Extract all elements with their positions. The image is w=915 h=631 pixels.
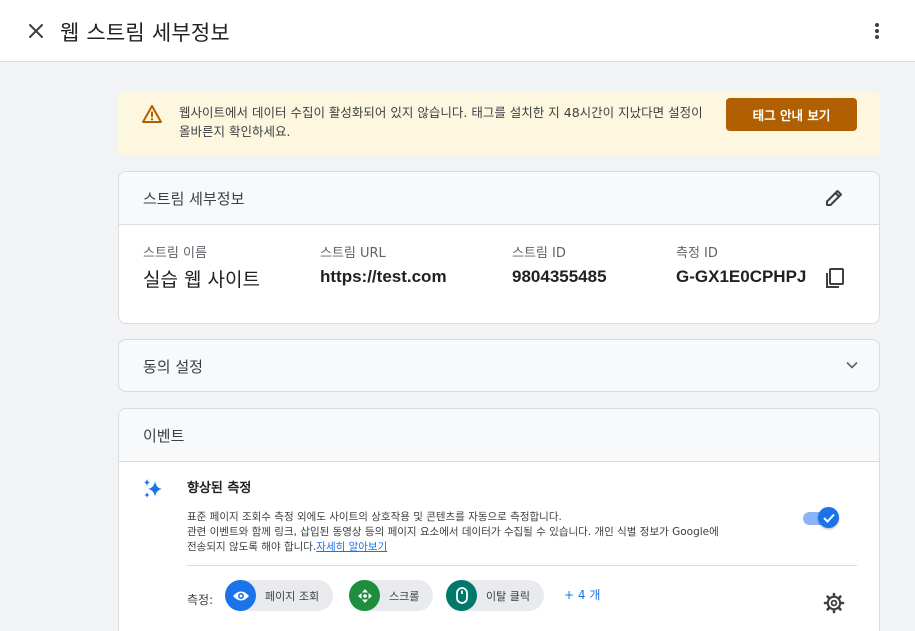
description-line-3-text: 전송되지 않도록 해야 합니다. [187,541,317,553]
enhanced-measurement-description: 표준 페이지 조회수 측정 외에도 사이트의 상호작용 및 콘텐츠를 자동으로 … [187,510,787,555]
divider [187,565,857,566]
tag-guide-button[interactable]: 태그 안내 보기 [726,98,857,131]
stream-id-value: 9804355485 [512,267,607,286]
eye-icon [225,580,256,611]
toggle-knob [818,507,839,528]
sparkle-icon [144,479,162,498]
stream-name-value: 실습 웹 사이트 [143,269,260,291]
pencil-icon [826,190,842,206]
events-header: 이벤트 [119,409,879,462]
top-app-bar: 웹 스트림 세부정보 [0,0,915,62]
stream-name-label: 스트림 이름 [143,246,207,261]
chip-outbound-click-label: 이탈 클릭 [486,589,530,603]
description-line-1: 표준 페이지 조회수 측정 외에도 사이트의 상호작용 및 콘텐츠를 자동으로 … [187,511,562,523]
stream-details-title: 스트림 세부정보 [143,190,245,208]
enhanced-measurement-toggle[interactable] [803,507,839,529]
chip-scroll[interactable]: 스크롤 [349,580,434,611]
more-events-link[interactable]: + 4 개 [564,586,600,603]
stream-details-header: 스트림 세부정보 [119,172,879,225]
learn-more-link[interactable]: 자세히 알아보기 [316,541,387,553]
enhanced-measurement-title: 향상된 측정 [187,481,252,496]
stream-details-body: 스트림 이름 실습 웹 사이트 스트림 URL https://test.com… [119,225,879,323]
check-icon [822,513,835,523]
stream-details-card: 스트림 세부정보 스트림 이름 실습 웹 사이트 스트림 URL https:/… [118,171,880,324]
scroll-icon [349,580,380,611]
banner-message: 웹사이트에서 데이터 수집이 활성화되어 있지 않습니다. 태그를 설치한 지 … [179,105,703,139]
edit-button[interactable] [822,186,846,210]
copy-button[interactable] [824,267,846,289]
chip-page-view-label: 페이지 조회 [265,589,320,603]
description-line-2: 관련 이벤트와 함께 링크, 삽입된 동영상 등의 페이지 요소에서 데이터가 … [187,526,719,538]
chip-outbound-click[interactable]: 이탈 클릭 [446,580,544,611]
chip-scroll-label: 스크롤 [389,589,420,603]
copy-icon [826,268,844,288]
gear-icon [823,592,845,614]
warning-icon [142,105,162,123]
description-line-3: 전송되지 않도록 해야 합니다.자세히 알아보기 [187,540,787,555]
measure-label: 측정: [187,593,214,607]
page-title: 웹 스트림 세부정보 [60,21,230,45]
close-icon [29,24,43,38]
warning-banner: 웹사이트에서 데이터 수집이 활성화되어 있지 않습니다. 태그를 설치한 지 … [118,92,880,155]
stream-url-label: 스트림 URL [320,246,386,261]
chip-page-view[interactable]: 페이지 조회 [225,580,334,611]
consent-settings-title: 동의 설정 [143,358,203,376]
events-body: 향상된 측정 표준 페이지 조회수 측정 외에도 사이트의 상호작용 및 콘텐츠… [119,462,879,631]
settings-button[interactable] [822,591,846,615]
chevron-down-icon [846,361,858,369]
stream-id-label: 스트림 ID [512,246,566,261]
mouse-icon [446,580,477,611]
more-vert-icon [875,23,879,39]
stream-url-value: https://test.com [320,267,447,286]
events-card: 이벤트 향상된 측정 표준 페이지 조회수 측정 외에도 사이트의 상호작용 및… [118,408,880,631]
events-title: 이벤트 [143,427,185,445]
measurement-id-label: 측정 ID [676,246,718,261]
measurement-id-value: G-GX1E0CPHPJ [676,267,807,286]
close-button[interactable] [22,17,50,45]
more-options-button[interactable] [864,17,890,45]
consent-settings-panel[interactable]: 동의 설정 [118,339,880,392]
